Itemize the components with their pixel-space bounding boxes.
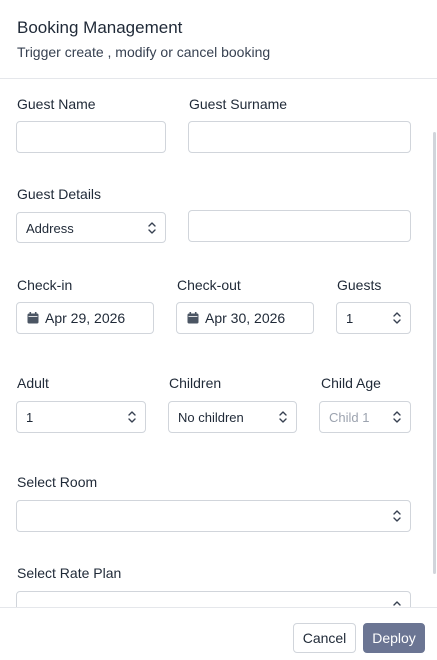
check-out-label: Check-out (177, 277, 241, 293)
child-age-label: Child Age (321, 375, 381, 391)
select-room-label: Select Room (17, 474, 98, 490)
cancel-button[interactable]: Cancel (293, 623, 356, 653)
chevron-updown-icon (393, 411, 401, 423)
guest-name-input[interactable] (16, 121, 166, 153)
dialog-header: Booking Management Trigger create , modi… (0, 0, 437, 79)
children-select[interactable]: No children (168, 401, 297, 433)
guests-label: Guests (337, 277, 382, 293)
adult-select[interactable]: 1 (16, 401, 146, 433)
calendar-icon (27, 312, 39, 324)
check-out-date-input[interactable]: Apr 30, 2026 (176, 302, 314, 334)
chevron-updown-icon (393, 312, 401, 324)
dialog-subtitle: Trigger create , modify or cancel bookin… (17, 44, 271, 60)
guest-surname-label: Guest Surname (189, 96, 288, 112)
dialog-title: Booking Management (17, 18, 183, 37)
chevron-updown-icon (393, 601, 401, 606)
select-room-select[interactable] (16, 500, 411, 532)
guests-select[interactable]: 1 (336, 302, 411, 334)
chevron-updown-icon (393, 510, 401, 522)
select-rate-plan-select[interactable] (16, 591, 411, 607)
chevron-updown-icon (128, 411, 136, 423)
form-body[interactable]: Guest Name Guest Surname Guest Details A… (0, 79, 437, 607)
chevron-updown-icon (279, 411, 287, 423)
guest-details-select[interactable]: Address (16, 212, 166, 243)
check-in-label: Check-in (17, 277, 73, 293)
chevron-updown-icon (148, 222, 156, 234)
adult-label: Adult (17, 375, 49, 391)
dialog-footer: Cancel Deploy (0, 607, 437, 660)
calendar-icon (187, 312, 199, 324)
select-rate-plan-label: Select Rate Plan (17, 565, 122, 581)
child-age-select[interactable]: Child 1 (319, 401, 411, 433)
deploy-button[interactable]: Deploy (363, 623, 425, 653)
children-label: Children (169, 375, 222, 391)
guest-surname-input[interactable] (188, 121, 411, 153)
guest-name-label: Guest Name (17, 96, 96, 112)
scrollbar-thumb[interactable] (433, 132, 436, 574)
guest-details-input[interactable] (188, 210, 411, 242)
check-in-date-input[interactable]: Apr 29, 2026 (16, 302, 154, 334)
scrollbar[interactable] (431, 79, 437, 607)
guest-details-label: Guest Details (17, 186, 102, 202)
